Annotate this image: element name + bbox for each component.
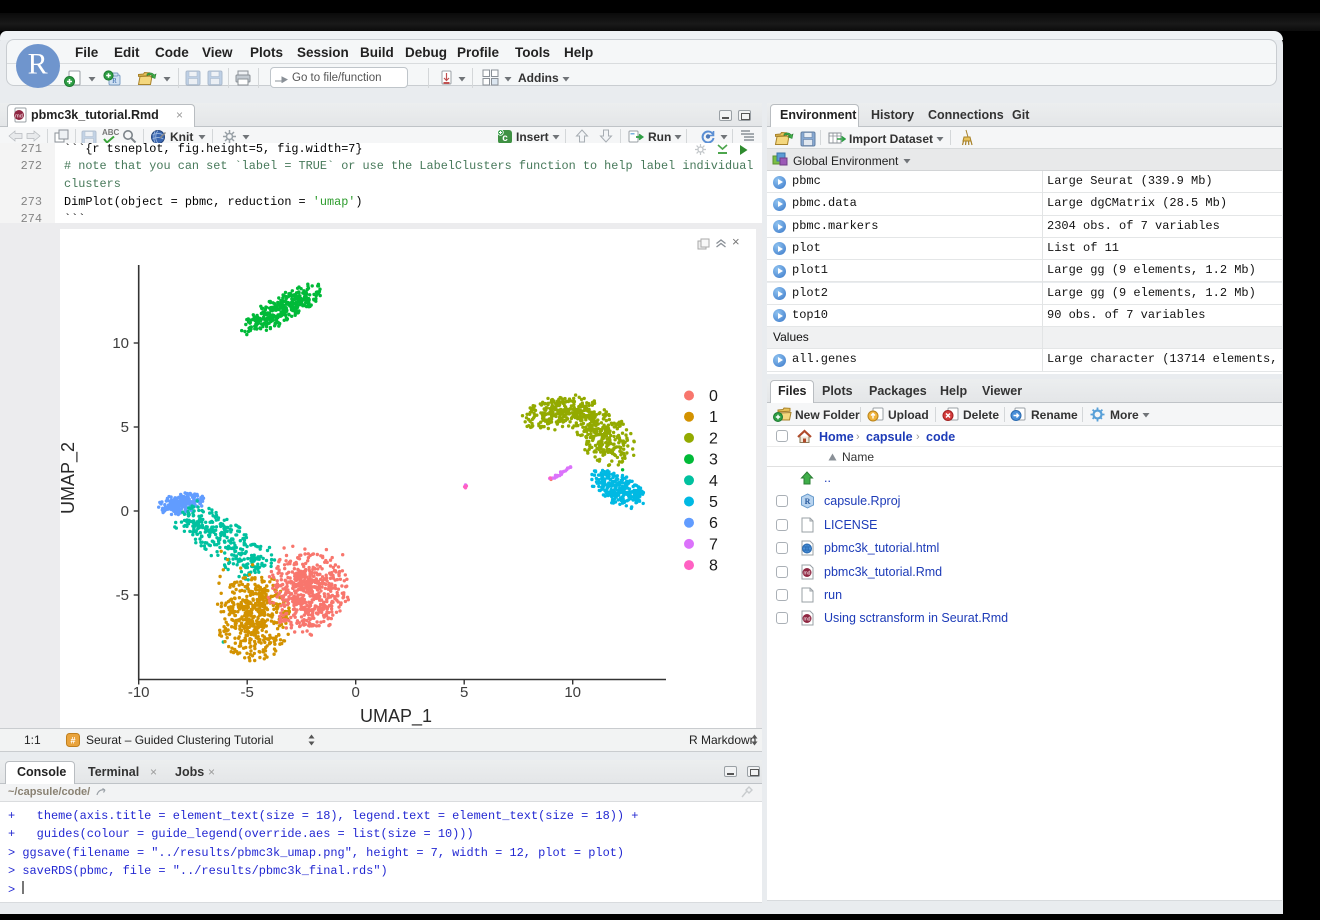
svg-text:#: # bbox=[70, 736, 75, 746]
svg-text:10: 10 bbox=[112, 335, 129, 352]
svg-text:5: 5 bbox=[121, 419, 129, 436]
svg-text:0: 0 bbox=[709, 388, 718, 405]
svg-text:6: 6 bbox=[709, 515, 718, 532]
svg-text:R: R bbox=[112, 77, 117, 85]
svg-text:md: md bbox=[804, 617, 811, 623]
svg-text:3: 3 bbox=[709, 452, 718, 469]
svg-text:8: 8 bbox=[709, 558, 718, 575]
svg-text:md: md bbox=[804, 570, 811, 576]
svg-text:5: 5 bbox=[460, 684, 468, 701]
svg-text:0: 0 bbox=[352, 684, 360, 701]
svg-text:5: 5 bbox=[709, 494, 718, 511]
svg-text:R: R bbox=[805, 497, 811, 506]
svg-text:4: 4 bbox=[709, 473, 718, 490]
svg-text:-5: -5 bbox=[116, 587, 129, 604]
svg-text:10: 10 bbox=[564, 684, 581, 701]
svg-text:7: 7 bbox=[709, 536, 718, 553]
svg-text:md: md bbox=[15, 113, 23, 119]
svg-text:1: 1 bbox=[709, 409, 718, 426]
svg-text:0: 0 bbox=[121, 503, 129, 520]
svg-text:UMAP_2: UMAP_2 bbox=[60, 442, 79, 514]
svg-text:2: 2 bbox=[709, 430, 718, 447]
svg-text:-5: -5 bbox=[241, 684, 254, 701]
svg-text:UMAP_1: UMAP_1 bbox=[360, 706, 432, 727]
svg-text:-10: -10 bbox=[128, 684, 150, 701]
